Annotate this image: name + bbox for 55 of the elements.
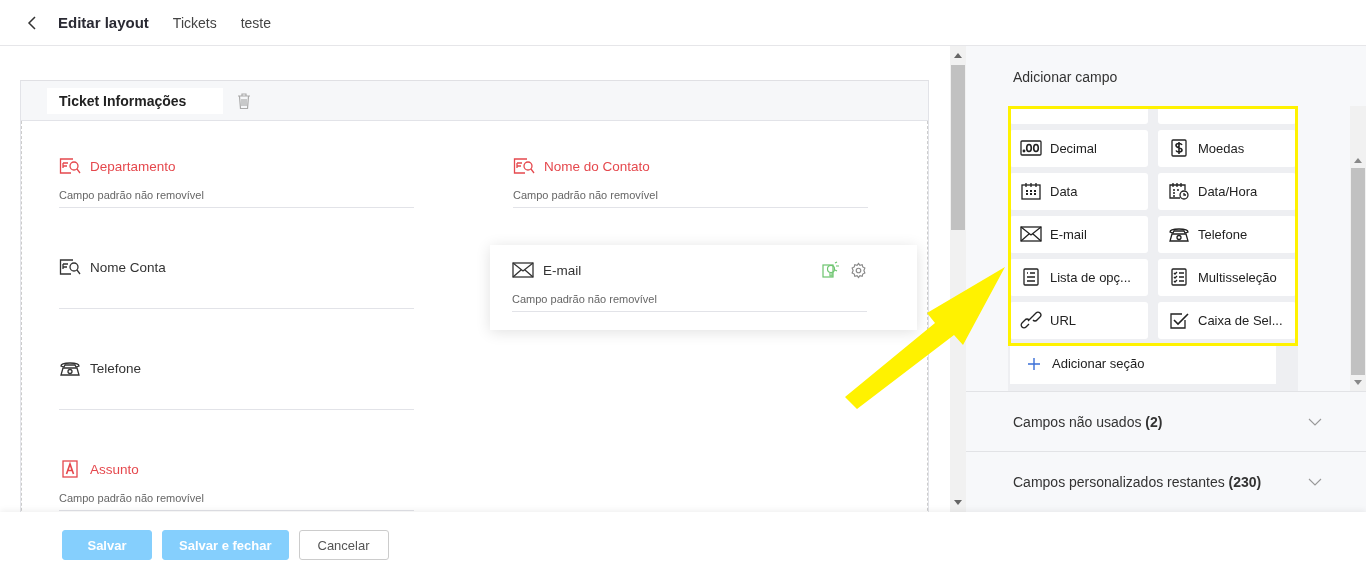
telephone-icon <box>59 359 81 377</box>
chevron-icon <box>1308 478 1322 487</box>
page-title: Editar layout <box>58 14 149 31</box>
section-title-field[interactable]: Ticket Informações <box>47 87 223 114</box>
field-label: Assunto <box>90 461 140 477</box>
link-icon <box>1020 311 1042 330</box>
telephone-icon <box>1168 225 1190 244</box>
accordion-title: Campos não usados (2) <box>1013 413 1163 430</box>
dragged-field-card[interactable]: E-mail Campo padrão não removível <box>490 245 917 330</box>
envelope-icon <box>1020 225 1042 244</box>
field-type-tile[interactable]: Data <box>1010 172 1148 210</box>
field-hint: Campo padrão não removível <box>513 189 658 201</box>
lookup-icon <box>59 258 81 276</box>
text-field-icon <box>59 460 81 478</box>
field-label: Nome do Contato <box>544 158 651 174</box>
checklist-icon <box>1168 268 1190 287</box>
field-type-tile[interactable]: Decimal <box>1010 129 1148 167</box>
trash-icon[interactable] <box>237 92 251 109</box>
decimal-icon <box>1020 139 1042 158</box>
plus-icon <box>1028 357 1040 370</box>
field-label: Departamento <box>90 158 177 174</box>
field-label: Nome Conta <box>90 259 167 275</box>
field-label: E-mail <box>543 262 583 278</box>
accordion-header[interactable]: Campos não usados (2) <box>966 390 1366 452</box>
list-icon <box>1020 268 1042 287</box>
currency-icon <box>1168 139 1190 158</box>
scrollbar[interactable] <box>1350 105 1366 391</box>
settings-icon[interactable] <box>850 261 867 279</box>
field-type-tile[interactable]: Moedas <box>1158 129 1296 167</box>
secondary-button[interactable]: Cancelar <box>298 530 389 560</box>
lookup-icon <box>513 157 535 175</box>
lookup-icon <box>59 157 81 175</box>
envelope-icon <box>512 261 534 279</box>
field-hint: Campo padrão não removível <box>512 293 657 305</box>
checkbox-icon <box>1168 311 1190 330</box>
field-type-tile[interactable]: Data/Hora <box>1158 172 1296 210</box>
add-section-button[interactable]: Adicionar seção <box>1010 343 1276 384</box>
bulb-icon[interactable] <box>822 261 840 279</box>
field-hint: Campo padrão não removível <box>59 492 204 504</box>
breadcrumb-link[interactable]: teste <box>240 14 272 31</box>
field-type-tile[interactable]: Telefone <box>1158 215 1296 253</box>
calendar-icon <box>1020 182 1042 201</box>
field-type-tile[interactable]: E-mail <box>1010 215 1148 253</box>
breadcrumb-link[interactable]: Tickets <box>172 14 217 31</box>
field-type-tile[interactable]: URL <box>1010 301 1148 339</box>
calendar-clock-icon <box>1168 182 1190 201</box>
field-type-tile[interactable]: Caixa de Sel... <box>1158 301 1296 339</box>
field-type-tile[interactable]: Lista de opç... <box>1010 258 1148 296</box>
field-label: Telefone <box>90 360 143 376</box>
panel-title: Adicionar campo <box>1013 69 1118 85</box>
field-hint: Campo padrão não removível <box>59 189 204 201</box>
field-type-tile[interactable]: Multisseleção <box>1158 258 1296 296</box>
chevron-icon <box>1308 417 1322 426</box>
back-icon[interactable] <box>26 15 38 30</box>
accordion-title: Campos personalizados restantes (230) <box>1013 474 1262 491</box>
